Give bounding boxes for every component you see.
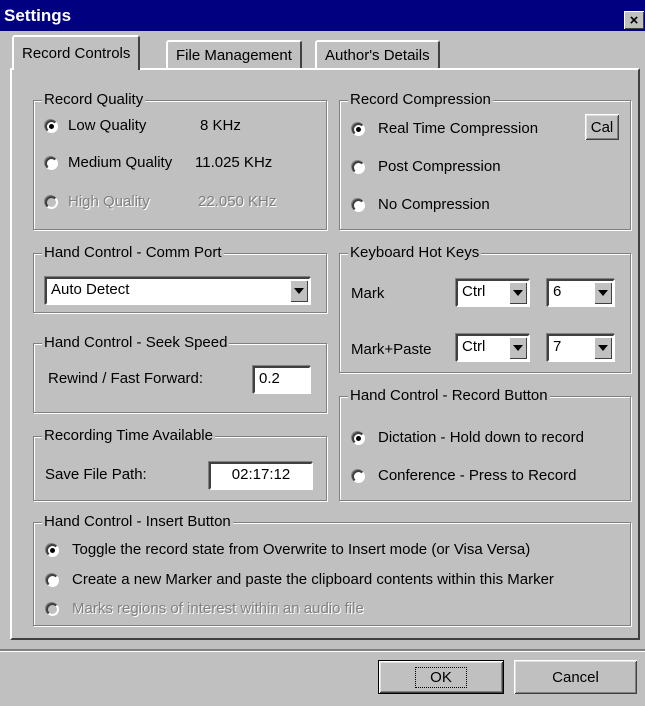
record-button-legend: Hand Control - Record Button	[348, 387, 550, 404]
low-quality-rate: 8 KHz	[200, 117, 241, 134]
comm-port-dropdown-button[interactable]	[290, 280, 308, 302]
tab-authors-details-label: Author's Details	[325, 46, 430, 64]
ok-button[interactable]: OK	[378, 660, 504, 694]
tab-file-management[interactable]: File Management	[166, 40, 302, 68]
mark-regions-label: Marks regions of interest within an audi…	[72, 600, 364, 617]
mark-modifier-value: Ctrl	[462, 283, 486, 300]
seek-speed-value: 0.2	[259, 370, 280, 387]
recording-time-value: 02:17:12	[231, 466, 291, 483]
record-button-group: Hand Control - Record Button	[339, 387, 631, 501]
mark-paste-modifier-select[interactable]: Ctrl	[456, 334, 530, 362]
toggle-record-state-label: Toggle the record state from Overwrite t…	[72, 541, 531, 558]
radio-real-time-compression[interactable]	[352, 123, 365, 136]
recording-time-legend: Recording Time Available	[42, 427, 215, 444]
comm-port-legend: Hand Control - Comm Port	[42, 244, 224, 261]
seek-speed-input[interactable]: 0.2	[253, 366, 311, 394]
comm-port-select[interactable]: Auto Detect	[45, 277, 311, 305]
real-time-compression-label: Real Time Compression	[378, 120, 539, 137]
mark-modifier-dropdown-button[interactable]	[509, 282, 527, 304]
radio-post-compression[interactable]	[352, 161, 365, 174]
tab-file-management-label: File Management	[176, 46, 292, 64]
mark-paste-label: Mark+Paste	[351, 341, 432, 358]
chevron-down-icon	[513, 345, 523, 351]
radio-mark-regions	[46, 603, 59, 616]
cal-button-label: Cal	[590, 118, 614, 136]
tab-record-controls[interactable]: Record Controls	[12, 35, 141, 70]
mark-paste-key-dropdown-button[interactable]	[594, 337, 612, 359]
window-title: Settings	[4, 6, 72, 25]
mark-paste-key-value: 7	[553, 338, 562, 355]
create-marker-label: Create a new Marker and paste the clipbo…	[72, 571, 554, 588]
settings-window: Settings × Record Controls File Manageme…	[0, 0, 645, 706]
low-quality-label: Low Quality	[68, 117, 147, 134]
save-file-path-label: Save File Path:	[45, 466, 147, 483]
radio-no-compression[interactable]	[352, 199, 365, 212]
chevron-down-icon	[513, 290, 523, 296]
medium-quality-rate: 11.025 KHz	[195, 154, 273, 171]
mark-paste-modifier-value: Ctrl	[462, 338, 486, 355]
tab-authors-details[interactable]: Author's Details	[315, 40, 440, 68]
ok-button-label: OK	[415, 666, 467, 688]
radio-create-marker[interactable]	[46, 574, 59, 587]
high-quality-rate: 22.050 KHz	[198, 193, 277, 210]
recording-time-field: 02:17:12	[209, 462, 313, 490]
radio-medium-quality[interactable]	[45, 157, 58, 170]
radio-low-quality[interactable]	[45, 120, 58, 133]
mark-paste-key-select[interactable]: 7	[547, 334, 615, 362]
cancel-button-label: Cancel	[552, 668, 599, 686]
mark-label: Mark	[351, 285, 385, 302]
close-button[interactable]: ×	[624, 11, 644, 29]
radio-high-quality	[45, 196, 58, 209]
radio-conference[interactable]	[352, 470, 365, 483]
chevron-down-icon	[598, 345, 608, 351]
mark-key-select[interactable]: 6	[547, 279, 615, 307]
cal-button[interactable]: Cal	[585, 114, 619, 140]
post-compression-label: Post Compression	[378, 158, 501, 175]
seek-speed-legend: Hand Control - Seek Speed	[42, 334, 230, 351]
tab-record-controls-label: Record Controls	[22, 45, 131, 62]
comm-port-value: Auto Detect	[51, 281, 130, 298]
radio-toggle-record-state[interactable]	[46, 544, 59, 557]
mark-modifier-select[interactable]: Ctrl	[456, 279, 530, 307]
record-quality-legend: Record Quality	[42, 91, 146, 108]
record-compression-legend: Record Compression	[348, 91, 493, 108]
no-compression-label: No Compression	[378, 196, 490, 213]
mark-paste-modifier-dropdown-button[interactable]	[509, 337, 527, 359]
high-quality-label: High Quality	[68, 193, 150, 210]
footer-divider	[0, 649, 645, 652]
medium-quality-label: Medium Quality	[68, 154, 173, 171]
close-icon: ×	[629, 11, 639, 29]
insert-button-legend: Hand Control - Insert Button	[42, 513, 233, 530]
dictation-label: Dictation - Hold down to record	[378, 429, 584, 446]
mark-key-value: 6	[553, 283, 562, 300]
radio-dictation[interactable]	[352, 432, 365, 445]
cancel-button[interactable]: Cancel	[514, 660, 637, 694]
rewind-fast-forward-label: Rewind / Fast Forward:	[48, 370, 204, 387]
chevron-down-icon	[598, 290, 608, 296]
title-bar: Settings ×	[0, 0, 645, 31]
mark-key-dropdown-button[interactable]	[594, 282, 612, 304]
conference-label: Conference - Press to Record	[378, 467, 577, 484]
hot-keys-legend: Keyboard Hot Keys	[348, 244, 482, 261]
chevron-down-icon	[294, 288, 304, 294]
